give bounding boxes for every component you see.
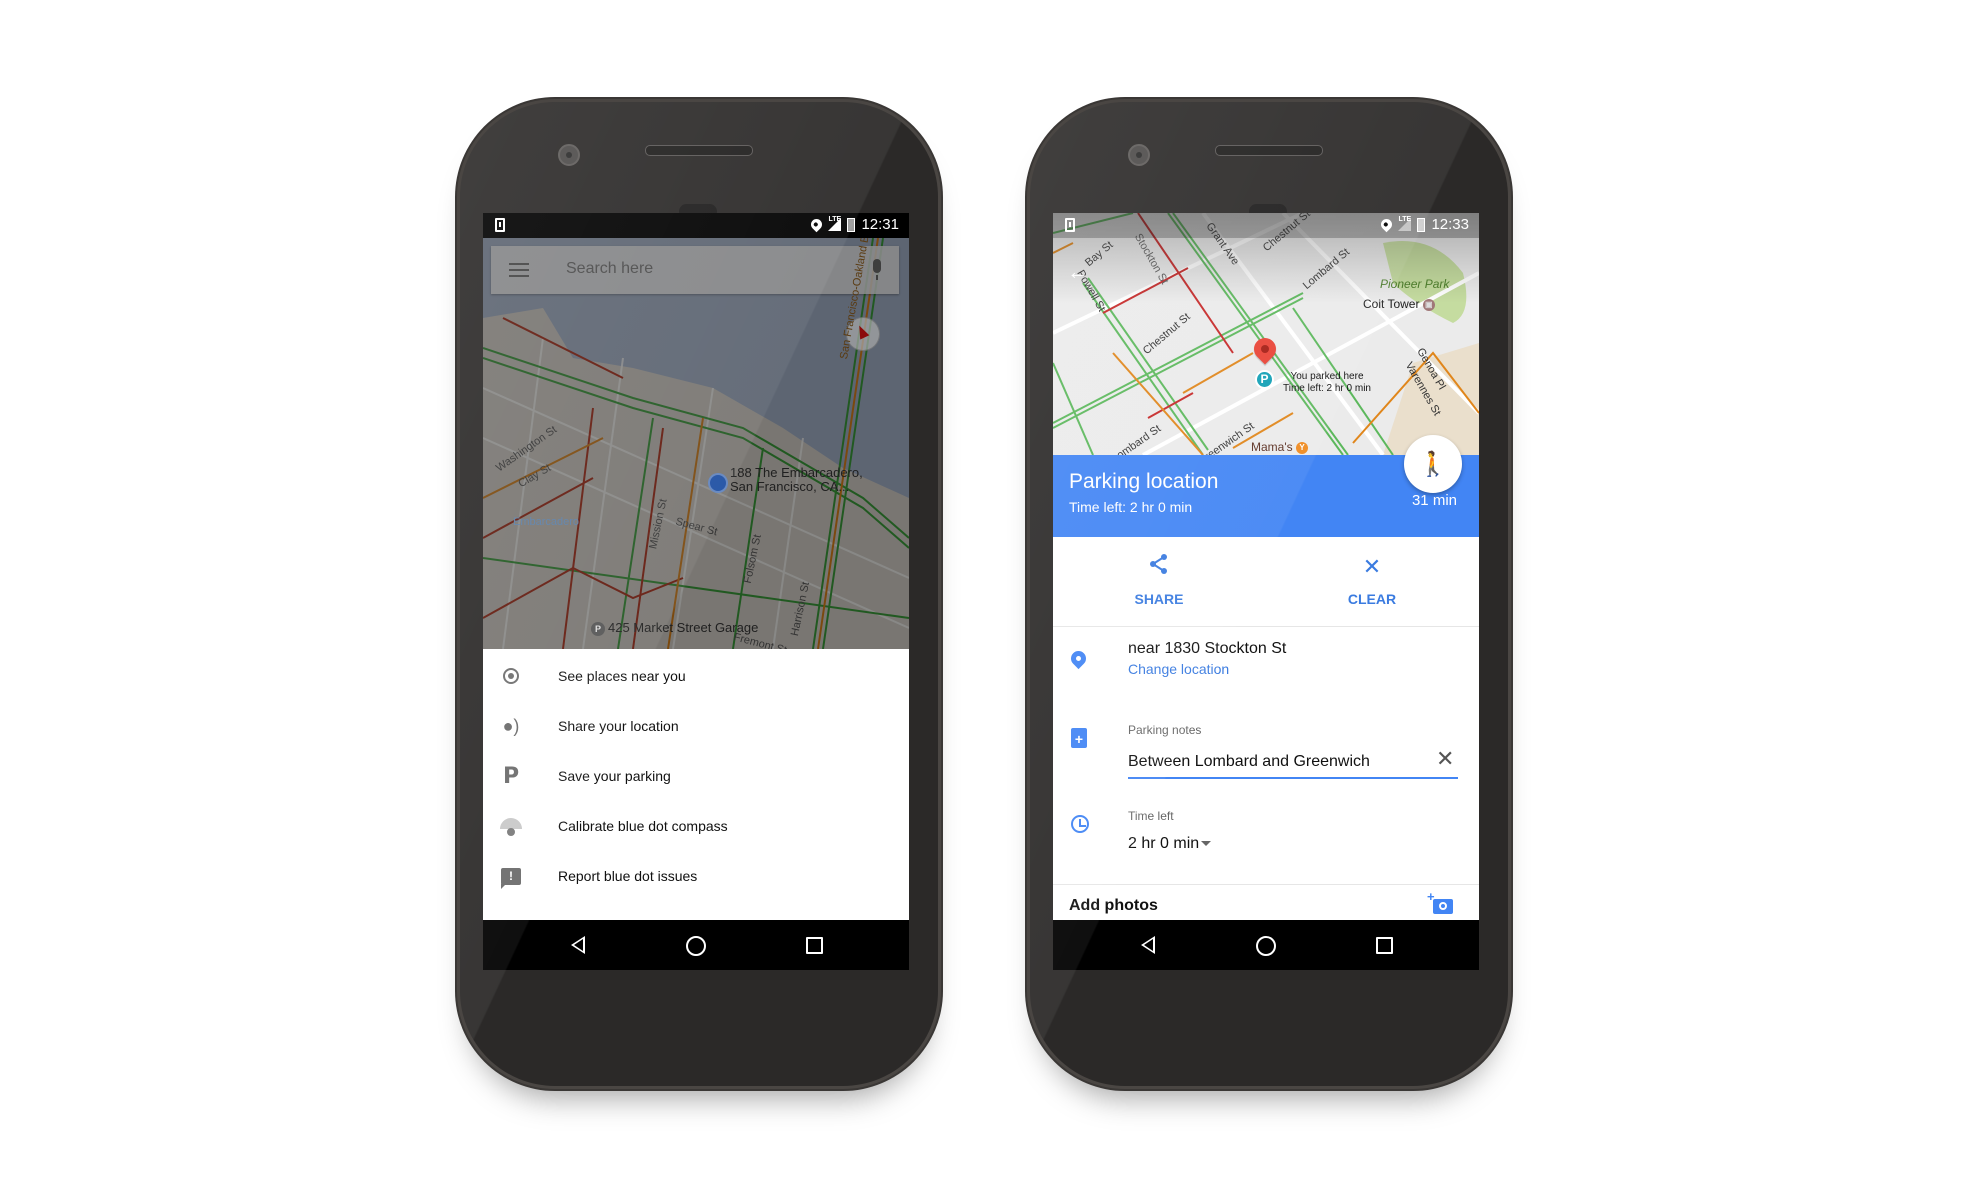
parking-notes-label: Parking notes	[1128, 723, 1202, 737]
front-camera	[558, 144, 580, 166]
signal-icon: LTE	[1398, 216, 1412, 231]
status-bar: LTE 12:31	[483, 213, 909, 238]
page-title: Parking location	[1069, 470, 1219, 493]
earpiece-speaker	[645, 145, 753, 156]
status-bar: LTE 12:33	[1053, 213, 1479, 238]
add-photos-label: Add photos	[1069, 897, 1158, 914]
search-bar[interactable]: Search here	[491, 246, 899, 294]
menu-item-see-places[interactable]: See places near you	[483, 651, 909, 701]
menu-item-save-parking[interactable]: P Save your parking	[483, 751, 909, 801]
change-location-link[interactable]: Change location	[1128, 661, 1229, 677]
parking-map[interactable]: ← Pioneer Park Coit Tower ▣ Mama's Y Bay…	[1053, 213, 1479, 455]
parked-here-label: You parked here Time left: 2 hr 0 min	[1283, 371, 1371, 394]
battery-charging-icon	[1417, 217, 1426, 232]
microphone-icon[interactable]	[873, 259, 881, 280]
chevron-down-icon	[1201, 841, 1212, 847]
earpiece-speaker	[1215, 145, 1323, 156]
time-left-label: Time left	[1128, 809, 1174, 823]
add-note-icon: +	[1071, 728, 1087, 748]
walking-directions-button[interactable]: 🚶	[1404, 435, 1462, 493]
menu-item-calibrate-compass[interactable]: Calibrate blue dot compass	[483, 801, 909, 851]
walking-icon: 🚶	[1418, 450, 1448, 478]
recent-apps-icon[interactable]	[1376, 937, 1393, 954]
left-phone: LTE 12:31 Search here 188 The Embarcader…	[460, 102, 938, 1086]
menu-item-report-issues[interactable]: ! Report blue dot issues	[483, 851, 909, 901]
parking-notes-input[interactable]	[1128, 747, 1458, 779]
share-icon	[1099, 553, 1219, 581]
back-icon[interactable]	[1141, 936, 1155, 954]
action-row: SHARE ✕ CLEAR	[1053, 537, 1479, 627]
home-icon[interactable]	[686, 936, 706, 956]
home-icon[interactable]	[1256, 936, 1276, 956]
time-left-dropdown[interactable]: 2 hr 0 min	[1128, 835, 1212, 853]
poi-label: easury	[485, 646, 518, 649]
clock-icon	[1071, 815, 1089, 833]
current-location-label: 188 The Embarcadero, San Francisco, CA..…	[730, 465, 863, 494]
map-view[interactable]: Search here 188 The Embarcadero, San Fra…	[483, 238, 909, 649]
share-button[interactable]: SHARE	[1099, 553, 1219, 607]
landmark-icon: ▣	[1422, 298, 1435, 311]
front-camera	[1128, 144, 1150, 166]
download-notification-icon	[495, 218, 505, 232]
report-issue-icon: !	[499, 864, 523, 889]
battery-charging-icon	[847, 217, 856, 232]
station-label: Embarcadero	[513, 516, 580, 528]
overflow-menu: See places near you ●) Share your locati…	[483, 649, 909, 920]
parking-poi-icon: P	[591, 621, 605, 636]
share-location-icon: ●)	[502, 715, 520, 736]
walking-time: 31 min	[1411, 492, 1457, 509]
parking-icon: P	[502, 763, 520, 789]
landmark-label: Coit Tower ▣	[1363, 297, 1438, 311]
download-notification-icon	[1065, 218, 1075, 232]
divider	[1053, 884, 1479, 885]
right-phone: ← Pioneer Park Coit Tower ▣ Mama's Y Bay…	[1030, 102, 1508, 1086]
park-label: Pioneer Park	[1380, 277, 1450, 291]
back-arrow-icon[interactable]: ←	[1067, 259, 1089, 285]
parking-marker-icon[interactable]: P	[1255, 370, 1274, 389]
navigation-bar	[1053, 920, 1479, 970]
current-location-dot	[708, 473, 728, 493]
left-screen: LTE 12:31 Search here 188 The Embarcader…	[483, 213, 909, 970]
compass-calibrate-icon	[499, 814, 523, 838]
clear-button[interactable]: ✕ CLEAR	[1312, 553, 1432, 607]
nearby-icon	[499, 664, 523, 688]
close-icon: ✕	[1362, 554, 1382, 579]
menu-icon[interactable]	[509, 263, 529, 277]
location-pin-icon	[1067, 647, 1090, 670]
clock: 12:31	[861, 216, 899, 233]
back-icon[interactable]	[571, 936, 585, 954]
recent-apps-icon[interactable]	[806, 937, 823, 954]
right-screen: ← Pioneer Park Coit Tower ▣ Mama's Y Bay…	[1053, 213, 1479, 970]
map-dim-overlay	[483, 238, 909, 649]
clock: 12:33	[1431, 216, 1469, 233]
time-left-subtitle: Time left: 2 hr 0 min	[1069, 499, 1193, 515]
restaurant-label: Mama's Y	[1251, 440, 1311, 454]
clear-notes-icon[interactable]: ✕	[1436, 746, 1454, 772]
restaurant-icon: Y	[1295, 441, 1308, 454]
navigation-bar	[483, 920, 909, 970]
parking-address: near 1830 Stockton St	[1128, 640, 1287, 657]
add-photo-camera-icon[interactable]	[1427, 889, 1453, 914]
signal-icon: LTE	[828, 216, 842, 231]
location-icon	[809, 216, 825, 233]
search-input[interactable]: Search here	[566, 260, 653, 278]
menu-item-share-location[interactable]: ●) Share your location	[483, 701, 909, 751]
location-icon	[1379, 216, 1395, 233]
garage-label: P 425 Market Street Garage	[591, 620, 758, 636]
